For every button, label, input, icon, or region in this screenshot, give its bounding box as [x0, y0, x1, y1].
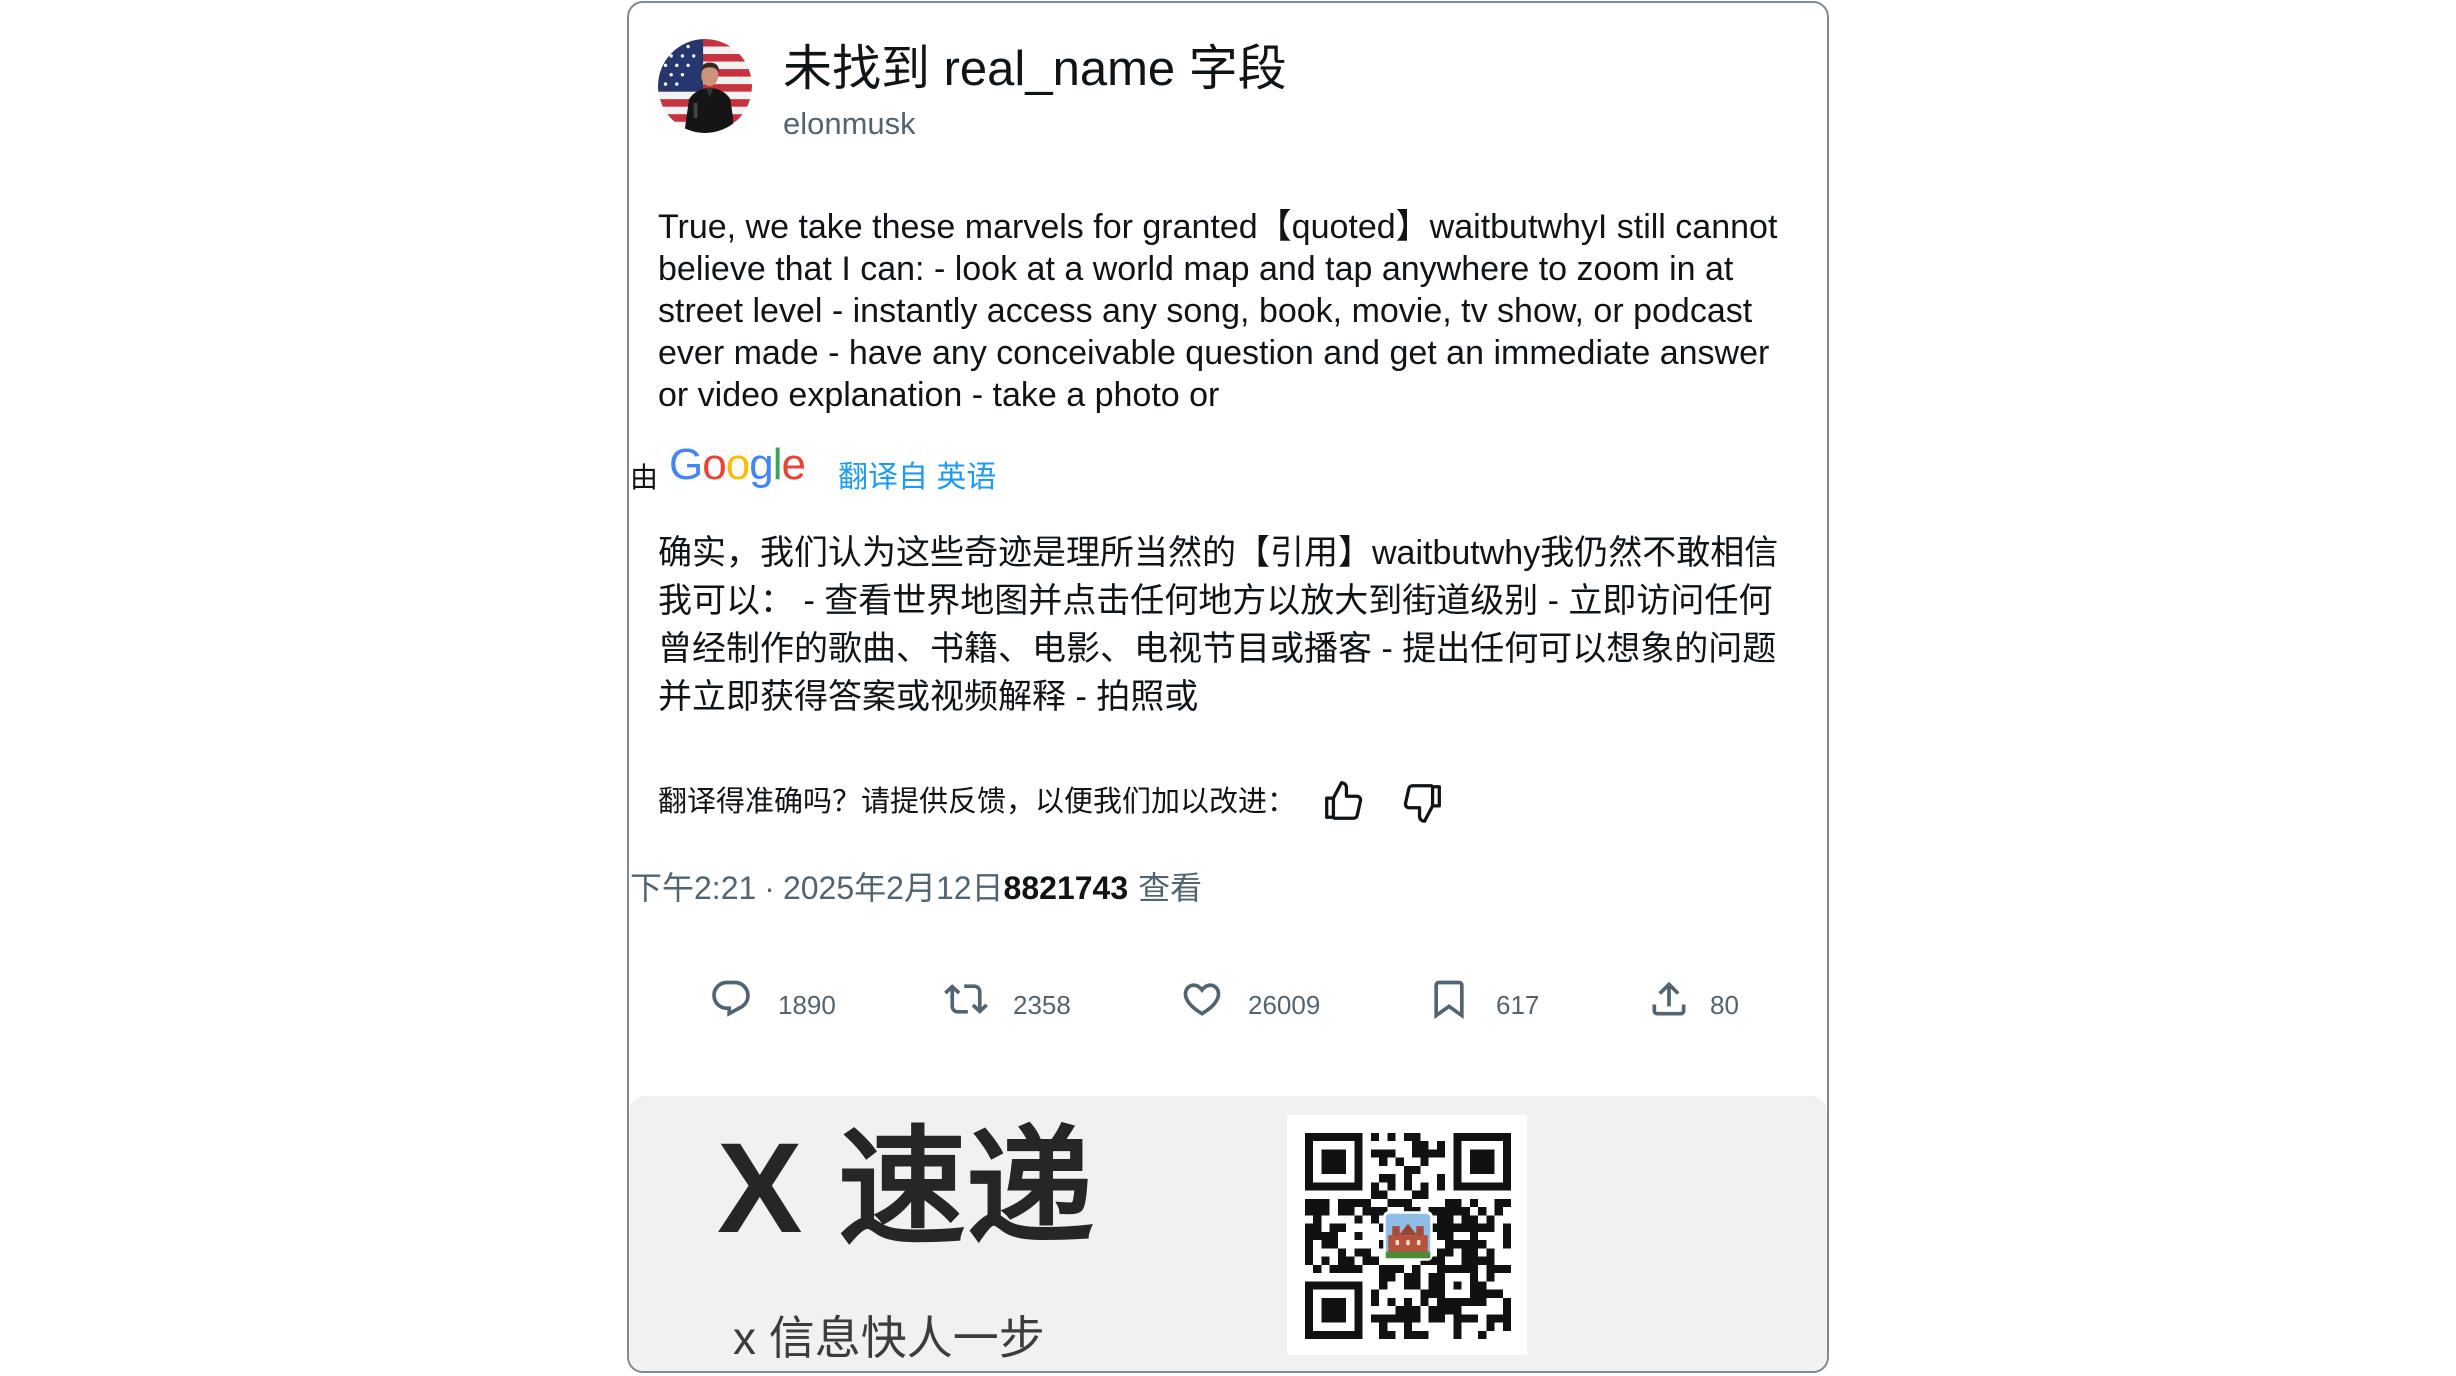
google-logo: Google	[669, 440, 806, 490]
thumbs-down-icon	[1403, 784, 1441, 823]
google-logo-letter: e	[781, 440, 806, 489]
avatar[interactable]	[658, 39, 752, 133]
google-logo-letter: o	[725, 440, 751, 489]
footer-brand: X 速递	[717, 1117, 1094, 1260]
view-count: 8821743	[1003, 870, 1129, 906]
translation-feedback-prompt: 翻译得准确吗？请提供反馈，以便我们加以改进：	[658, 786, 1297, 818]
footer-slogan: x 信息快人一步	[733, 1312, 1045, 1364]
author-handle[interactable]: elonmusk	[783, 105, 916, 143]
share-button[interactable]	[1647, 977, 1691, 1021]
google-logo-letter: G	[669, 440, 703, 489]
share-count: 80	[1710, 990, 1739, 1020]
bookmark-icon	[1434, 980, 1464, 1020]
avatar-photo	[658, 39, 752, 133]
tweet-time[interactable]: 下午2:21	[630, 870, 756, 906]
tweet-date[interactable]: 2025年2月12日	[783, 870, 1004, 906]
thumbs-down-button[interactable]	[1400, 780, 1446, 826]
translated-from-link[interactable]: 翻译自 英语	[838, 460, 996, 496]
timestamp-separator: ·	[764, 870, 775, 906]
bookmark-button[interactable]	[1427, 977, 1471, 1021]
like-count: 26009	[1248, 990, 1321, 1020]
tweet-timestamp: 下午2:21 · 2025年2月12日8821743 查看	[630, 868, 1202, 908]
tweet-card: 未找到 real_name 字段 elonmusk True, we take …	[627, 1, 1829, 1373]
google-logo-letter: o	[702, 440, 727, 489]
footer-banner: X 速递 x 信息快人一步	[629, 1096, 1827, 1371]
translation-prefix: 由	[630, 462, 659, 493]
thumbs-up-button[interactable]	[1320, 778, 1366, 824]
share-icon	[1652, 981, 1686, 1016]
retweet-count: 2358	[1013, 990, 1071, 1020]
retweet-icon	[944, 984, 988, 1014]
translation-text: 确实，我们认为这些奇迹是理所当然的【引用】waitbutwhy我仍然不敢相信我可…	[658, 534, 1779, 716]
retweet-button[interactable]	[944, 977, 988, 1021]
qr-center-image	[1383, 1211, 1433, 1261]
qr-code[interactable]	[1287, 1115, 1527, 1355]
reply-button[interactable]	[709, 977, 753, 1021]
like-icon	[1183, 983, 1221, 1016]
view-count-label: 查看	[1138, 870, 1203, 906]
author-display-name[interactable]: 未找到 real_name 字段	[783, 39, 1287, 99]
reply-icon	[712, 980, 750, 1017]
bookmark-count: 617	[1496, 990, 1540, 1020]
thumbs-up-icon	[1325, 781, 1363, 820]
reply-count: 1890	[778, 990, 836, 1020]
tweet-text: True, we take these marvels for granted【…	[658, 208, 1778, 414]
like-button[interactable]	[1180, 977, 1224, 1021]
google-logo-letter: g	[749, 440, 774, 489]
qr-code-image	[1305, 1133, 1511, 1339]
